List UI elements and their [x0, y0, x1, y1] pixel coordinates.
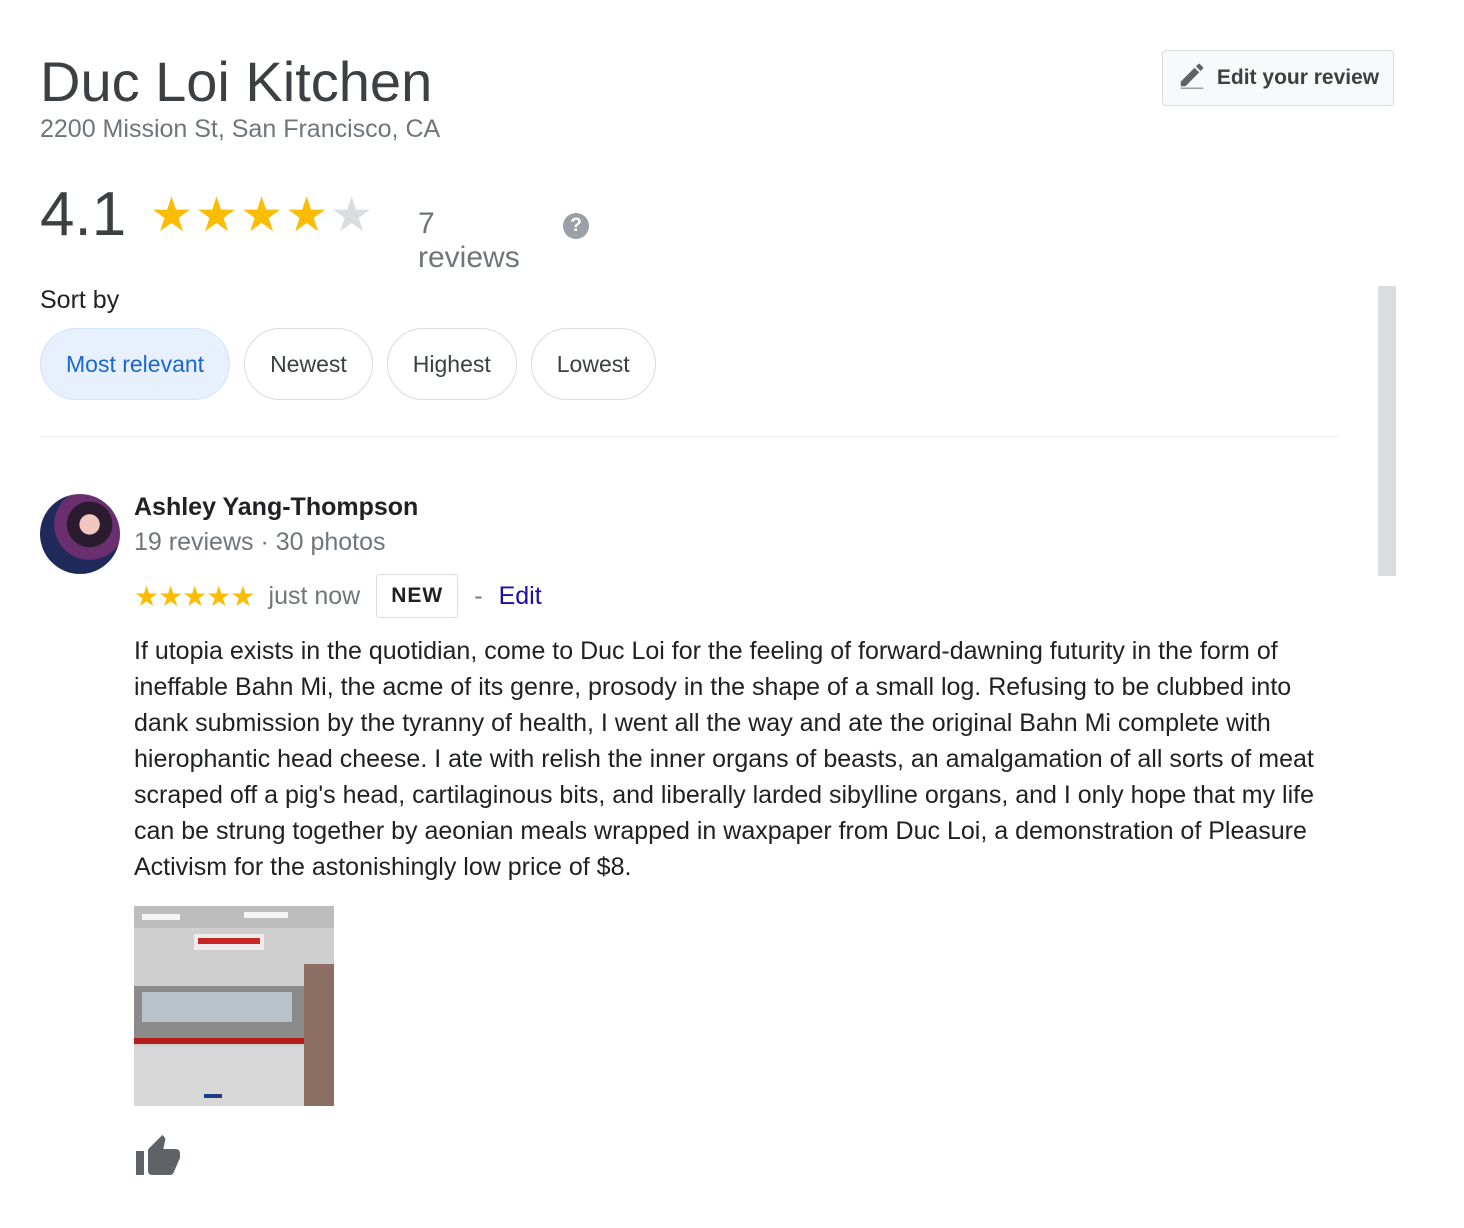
avatar[interactable] — [40, 494, 120, 574]
thumbs-up-icon[interactable] — [134, 1133, 182, 1177]
sort-options: Most relevant Newest Highest Lowest — [40, 328, 656, 400]
sort-newest-chip[interactable]: Newest — [244, 328, 373, 400]
rating-stars: ★★★★★ — [150, 192, 375, 240]
sort-by-label: Sort by — [40, 286, 120, 314]
edit-review-label: Edit your review — [1216, 66, 1380, 89]
scrollbar[interactable] — [1378, 286, 1396, 576]
star-empty-icon: ★ — [330, 189, 376, 242]
review-text: If utopia exists in the quotidian, come … — [134, 637, 1315, 881]
rating-value: 4.1 — [40, 180, 127, 249]
edit-review-button[interactable]: Edit your review — [1162, 50, 1394, 106]
review-stars: ★★★★★ — [134, 580, 256, 612]
star-icon: ★ — [240, 189, 286, 242]
review-meta-row: ★★★★★ just now NEW - Edit — [134, 574, 542, 618]
divider — [40, 436, 1338, 437]
reviewer-meta: 19 reviews · 30 photos — [134, 528, 386, 556]
reviews-count-link[interactable]: 7 reviews — [418, 207, 520, 275]
sort-most-relevant-chip[interactable]: Most relevant — [40, 328, 231, 400]
review-time: just now — [268, 581, 361, 610]
sort-highest-chip[interactable]: Highest — [386, 328, 517, 400]
review-photo[interactable] — [134, 906, 334, 1106]
place-title: Duc Loi Kitchen — [40, 50, 433, 113]
reviewer-name[interactable]: Ashley Yang-Thompson — [134, 493, 418, 522]
sort-lowest-chip[interactable]: Lowest — [530, 328, 656, 400]
pencil-icon — [1177, 60, 1207, 96]
edit-link[interactable]: Edit — [499, 582, 542, 611]
star-icon: ★ — [195, 189, 241, 242]
star-icon: ★ — [150, 189, 196, 242]
star-icon: ★ — [285, 189, 331, 242]
place-address: 2200 Mission St, San Francisco, CA — [40, 115, 441, 143]
new-badge: NEW — [376, 574, 459, 618]
help-icon[interactable]: ? — [563, 213, 589, 239]
separator: - — [474, 581, 483, 610]
